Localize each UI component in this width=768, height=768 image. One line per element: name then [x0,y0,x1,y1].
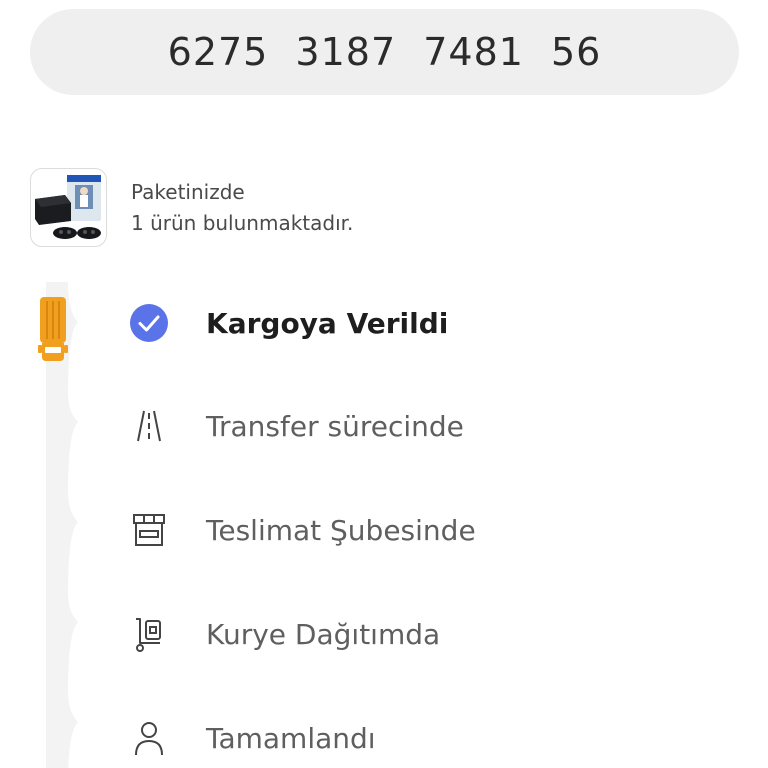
step-transfer-surecinde[interactable]: Transfer sürecinde [130,407,464,445]
check-circle-icon [130,304,168,342]
truck-icon [38,297,68,361]
package-summary[interactable]: Paketinizde 1 ürün bulunmaktadır. [30,168,353,247]
product-thumbnail[interactable] [30,168,107,247]
tracking-number-pill[interactable]: 6275 3187 7481 56 [30,9,739,95]
step-tamamlandi[interactable]: Tamamlandı [130,719,376,757]
package-line-1: Paketinizde [131,179,245,204]
step-kurye-dagitimda[interactable]: Kurye Dağıtımda [130,615,440,653]
step-label: Kurye Dağıtımda [206,617,441,651]
package-description: Paketinizde 1 ürün bulunmaktadır. [131,177,353,239]
tracking-number: 6275 3187 7481 56 [167,30,602,74]
step-label: Kargoya Verildi [206,306,449,340]
progress-rail [38,282,78,768]
package-line-2: 1 ürün bulunmaktadır. [131,210,354,235]
console-bundle-image [35,175,101,239]
step-label: Teslimat Şubesinde [206,513,476,547]
step-label: Transfer sürecinde [206,409,464,443]
hand-truck-icon [130,615,168,653]
shipment-tracking-screen: 6275 3187 7481 56 Paketinizde 1 ürün bul… [0,0,768,768]
step-teslimat-subesinde[interactable]: Teslimat Şubesinde [130,511,476,549]
road-icon [130,407,168,445]
step-kargoya-verildi[interactable]: Kargoya Verildi [130,304,448,342]
store-icon [130,511,168,549]
person-icon [130,719,168,757]
step-label: Tamamlandı [206,721,376,755]
